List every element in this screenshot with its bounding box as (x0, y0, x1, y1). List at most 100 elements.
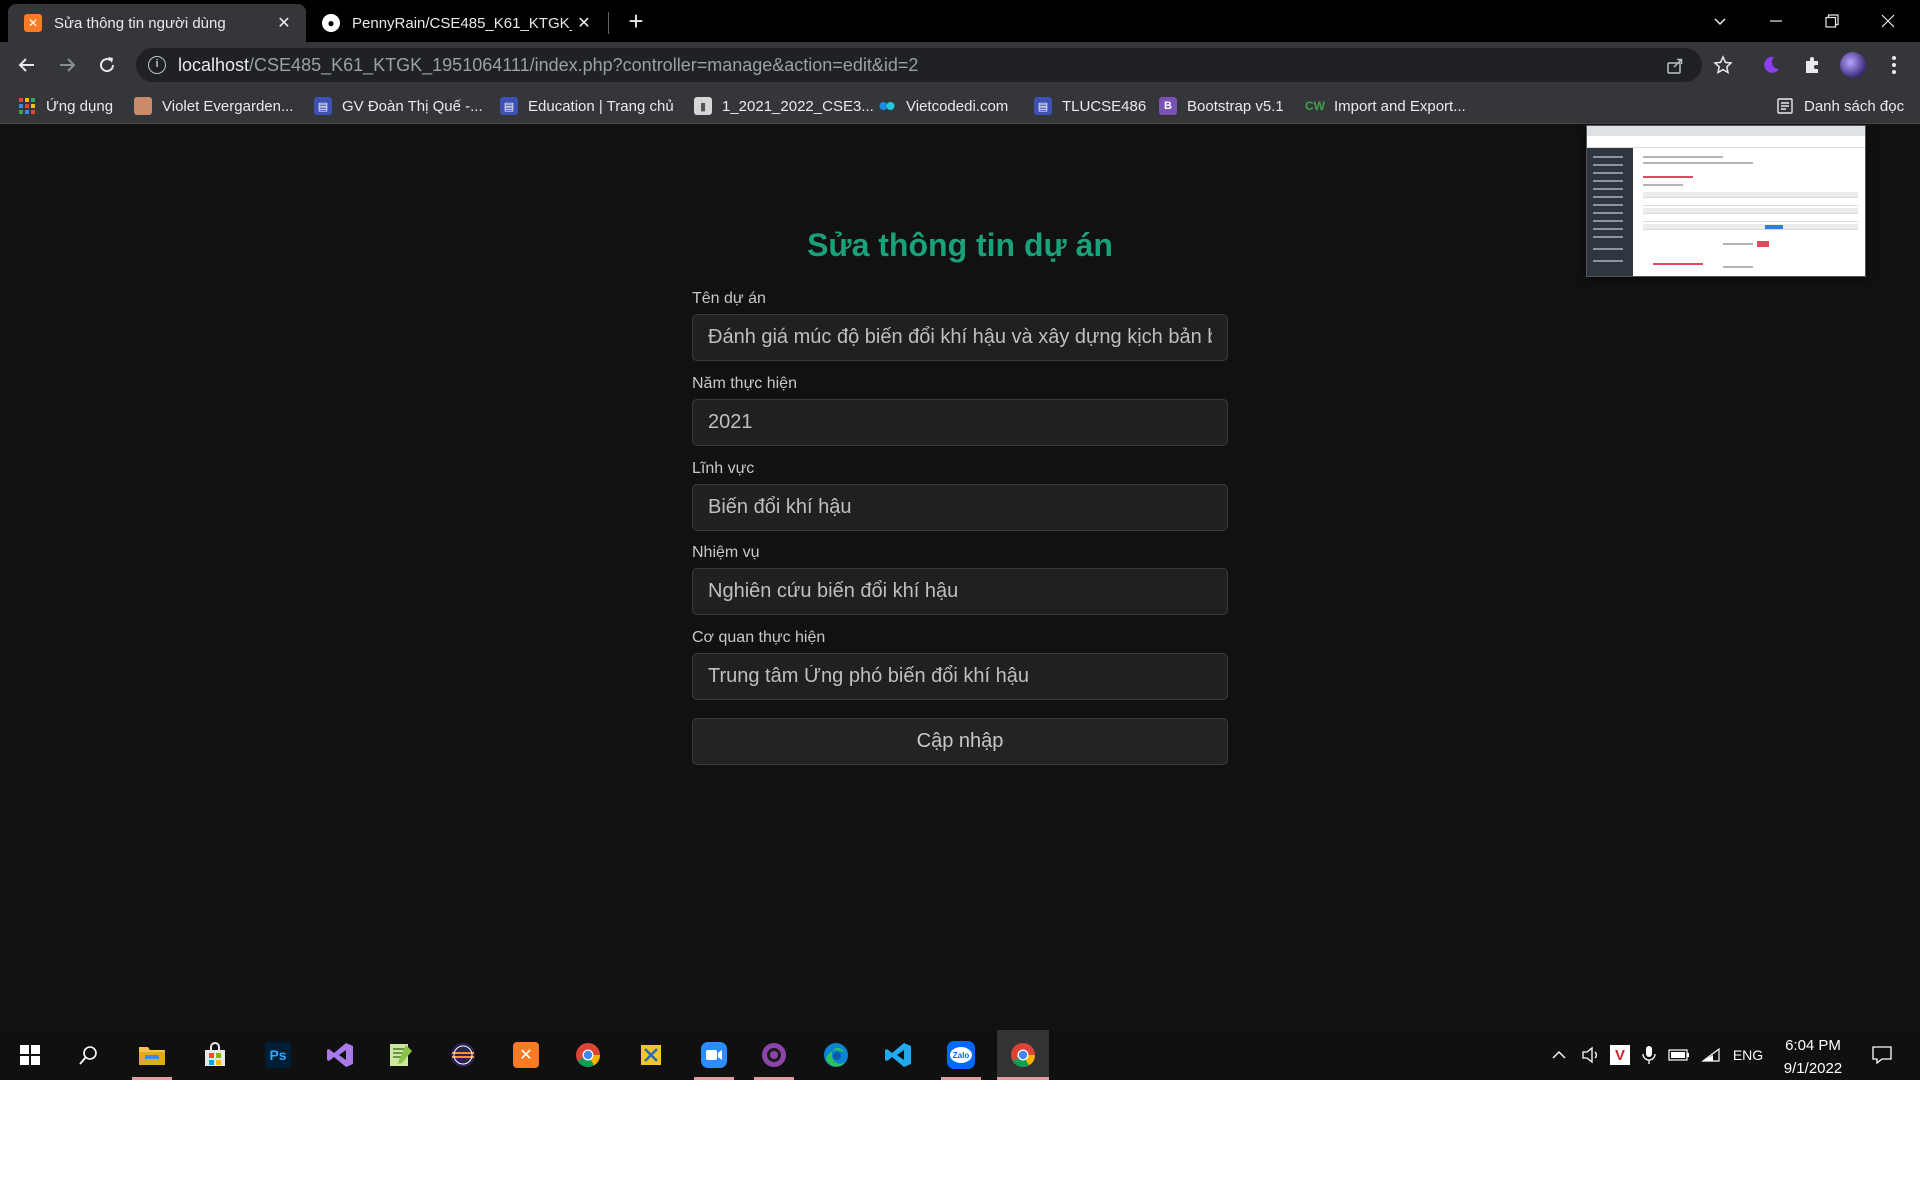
browser-toolbar: i localhost/CSE485_K61_KTGK_1951064111/i… (0, 42, 1920, 88)
bootstrap-icon: B (1159, 97, 1177, 115)
bookmark-star-icon[interactable] (1709, 51, 1737, 79)
reading-list-label: Danh sách đọc (1804, 97, 1905, 115)
reading-list-button[interactable]: Danh sách đọc (1776, 94, 1904, 118)
bookmark-label: 1_2021_2022_CSE3... (722, 97, 874, 115)
bookmark-education[interactable]: ▤ Education | Trang chủ (500, 94, 674, 118)
show-hidden-icons[interactable] (1548, 1030, 1570, 1080)
tab-strip: ✕ Sửa thông tin người dùng ✕ ● PennyRain… (0, 0, 1920, 42)
chrome-active-icon[interactable] (997, 1030, 1049, 1080)
tab-github[interactable]: ● PennyRain/CSE485_K61_KTGK_1951064111 ✕ (306, 4, 606, 42)
violet-avatar-icon (134, 97, 152, 115)
volume-icon[interactable] (1578, 1030, 1604, 1080)
project-name-input[interactable] (692, 314, 1228, 361)
taskbar-clock[interactable]: 6:04 PM 9/1/2022 (1772, 1034, 1854, 1080)
chrome-icon[interactable] (562, 1030, 614, 1080)
tab-edit-user[interactable]: ✕ Sửa thông tin người dùng ✕ (8, 4, 306, 42)
xampp-icon: ✕ (24, 14, 42, 32)
year-label: Năm thực hiện (692, 375, 797, 392)
bookmark-apps[interactable]: Ứng dụng (18, 94, 113, 118)
search-icon[interactable] (63, 1030, 115, 1080)
vietkey-icon[interactable]: V (1608, 1030, 1632, 1080)
restore-button[interactable] (1804, 0, 1860, 42)
bookmark-label: Vietcodedi.com (906, 97, 1009, 115)
eclipse-icon[interactable] (437, 1030, 489, 1080)
tab-search-icon[interactable] (1692, 0, 1748, 42)
bookmark-label: GV Đoàn Thị Quế -... (342, 97, 483, 115)
bookmark-label: Violet Evergarden... (162, 97, 294, 115)
github-icon: ● (322, 14, 340, 32)
site-icon: ▤ (314, 97, 332, 115)
desktop-screen: ✕ Sửa thông tin người dùng ✕ ● PennyRain… (0, 0, 1920, 1080)
clock-date: 9/1/2022 (1783, 1060, 1843, 1077)
bookmark-gv-doan[interactable]: ▤ GV Đoàn Thị Quế -... (314, 94, 483, 118)
battery-icon[interactable] (1666, 1030, 1692, 1080)
task-label: Nhiệm vụ (692, 544, 760, 561)
url-host: localhost (178, 55, 250, 75)
snipping-tool-icon[interactable] (625, 1030, 677, 1080)
forward-button[interactable] (51, 49, 83, 81)
field-area-input[interactable] (692, 484, 1228, 531)
extensions-icon[interactable] (1798, 51, 1826, 79)
tab-close-icon[interactable]: ✕ (572, 11, 596, 35)
tab-title: PennyRain/CSE485_K61_KTGK_1951064111 (352, 14, 572, 32)
profile-avatar[interactable] (1839, 51, 1867, 79)
zalo-icon[interactable]: Zalo (935, 1030, 987, 1080)
bookmark-label: Import and Export... (1334, 97, 1466, 115)
apps-grid-icon (18, 97, 36, 115)
tab-separator (608, 12, 609, 34)
edge-icon[interactable] (810, 1030, 862, 1080)
xampp-icon[interactable]: ✕ (500, 1030, 552, 1080)
vietcodedi-icon (878, 97, 896, 115)
bookmark-vietcodedi[interactable]: Vietcodedi.com (878, 94, 1008, 118)
close-window-button[interactable] (1860, 0, 1916, 42)
bookmarks-bar: Ứng dụng Violet Evergarden... ▤ GV Đoàn … (0, 88, 1920, 124)
start-button[interactable] (4, 1030, 56, 1080)
site-info-icon[interactable]: i (148, 56, 166, 74)
reload-button[interactable] (91, 49, 123, 81)
site-icon: ▤ (1034, 97, 1052, 115)
field-area-label: Lĩnh vực (692, 460, 755, 477)
reading-list-icon (1776, 97, 1794, 115)
education-icon: ▤ (500, 97, 518, 115)
clock-time: 6:04 PM (1785, 1037, 1841, 1054)
address-bar[interactable]: i localhost/CSE485_K61_KTGK_1951064111/i… (136, 48, 1702, 82)
page-content: Sửa thông tin dự án Tên dự án Năm thực h… (0, 125, 1920, 1030)
task-input[interactable] (692, 568, 1228, 615)
microsoft-store-icon[interactable] (189, 1030, 241, 1080)
url-text[interactable]: localhost/CSE485_K61_KTGK_1951064111/ind… (178, 55, 918, 76)
vscode-icon[interactable] (872, 1030, 924, 1080)
project-name-label: Tên dự án (692, 290, 766, 307)
bookmark-violet[interactable]: Violet Evergarden... (134, 94, 293, 118)
photoshop-icon[interactable]: Ps (252, 1030, 304, 1080)
update-button[interactable]: Cập nhập (692, 718, 1228, 765)
bookmark-label: Education | Trang chủ (528, 97, 674, 115)
document-icon: ▮ (694, 97, 712, 115)
cw-icon: CW (1305, 99, 1325, 113)
notepad-plus-icon[interactable] (374, 1030, 426, 1080)
bookmark-cse3[interactable]: ▮ 1_2021_2022_CSE3... (694, 94, 874, 118)
back-button[interactable] (11, 49, 43, 81)
github-desktop-icon[interactable] (748, 1030, 800, 1080)
minimize-button[interactable] (1748, 0, 1804, 42)
visual-studio-icon[interactable] (314, 1030, 366, 1080)
browser-menu-icon[interactable] (1880, 51, 1908, 79)
year-input[interactable] (692, 399, 1228, 446)
bookmark-label: Bootstrap v5.1 (1187, 97, 1284, 115)
file-explorer-icon[interactable] (126, 1030, 178, 1080)
agency-input[interactable] (692, 653, 1228, 700)
tab-title: Sửa thông tin người dùng (54, 14, 226, 32)
notifications-icon[interactable] (1864, 1030, 1900, 1080)
windows-taskbar: Ps ✕ Zalo V ENG 6:04 PM 9/1/2022 (0, 1030, 1920, 1080)
microphone-icon[interactable] (1638, 1030, 1660, 1080)
input-language[interactable]: ENG (1728, 1030, 1768, 1080)
zoom-icon[interactable] (688, 1030, 740, 1080)
new-tab-button[interactable]: + (622, 8, 650, 36)
wifi-icon[interactable] (1698, 1030, 1724, 1080)
dark-reader-icon[interactable] (1757, 51, 1785, 79)
bookmark-import-export[interactable]: CW Import and Export... (1305, 94, 1466, 118)
tab-close-icon[interactable]: ✕ (272, 11, 296, 35)
agency-label: Cơ quan thực hiện (692, 629, 826, 646)
bookmark-bootstrap[interactable]: B Bootstrap v5.1 (1159, 94, 1284, 118)
share-icon[interactable] (1664, 55, 1686, 77)
bookmark-tlucse486[interactable]: ▤ TLUCSE486 (1034, 94, 1146, 118)
